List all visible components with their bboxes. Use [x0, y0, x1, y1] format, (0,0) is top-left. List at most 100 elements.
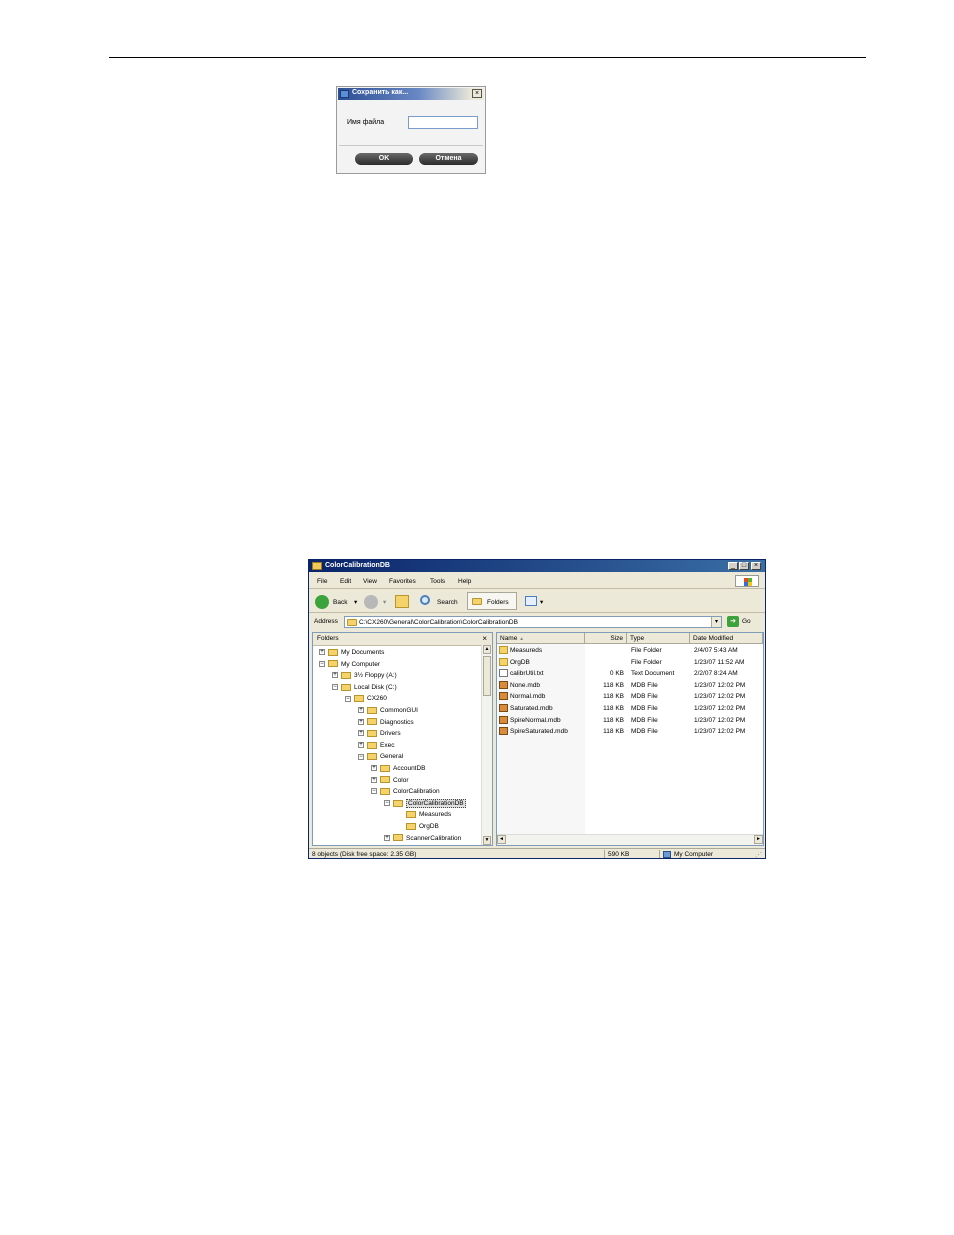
expand-icon[interactable]: + [358, 718, 364, 725]
folder-icon [367, 718, 377, 726]
dialog-titlebar[interactable]: Сохранить как... × [338, 88, 484, 100]
cancel-button[interactable]: Отмена [419, 153, 478, 165]
column-header-date[interactable]: Date Modified [690, 633, 763, 644]
back-dropdown-icon[interactable]: ▾ [354, 598, 357, 606]
collapse-icon[interactable]: − [345, 695, 351, 702]
status-divider [659, 850, 660, 858]
tree-item[interactable]: + Exec [358, 741, 394, 751]
file-row[interactable]: Saturated.mdb 118 KB MDB File 1/23/07 12:02… [497, 703, 763, 714]
tree-item[interactable]: − General [358, 752, 403, 762]
tree-item[interactable]: +3½ Floppy (A:) [332, 671, 397, 681]
views-dropdown-icon[interactable]: ▾ [540, 598, 543, 606]
magnifier-icon[interactable] [420, 595, 430, 605]
back-button[interactable]: Back [333, 599, 347, 606]
file-row[interactable]: calibrUtil.txt 0 KB Text Document 2/2/07 8:… [497, 668, 763, 679]
menu-help[interactable]: Help [458, 578, 471, 585]
close-icon[interactable]: × [472, 89, 482, 98]
expand-icon[interactable]: + [332, 672, 338, 679]
status-location: My Computer [674, 851, 714, 858]
menu-view[interactable]: View [363, 578, 377, 585]
tree-item[interactable]: + AccountDB [371, 764, 426, 774]
forward-dropdown-icon[interactable]: ▾ [383, 598, 386, 606]
tree-item[interactable]: + Drivers [358, 729, 401, 739]
address-input[interactable]: C:\CX260\General\ColorCalibration\ColorC… [344, 616, 722, 628]
forward-arrow-icon[interactable] [364, 595, 378, 609]
minimize-button[interactable]: _ [728, 562, 738, 570]
column-header-type[interactable]: Type [627, 633, 690, 644]
folders-vertical-scrollbar[interactable]: ▲ ▼ [481, 645, 492, 845]
file-name: Normal.mdb [510, 693, 546, 701]
filename-input[interactable] [408, 116, 478, 129]
tree-item[interactable]: Measureds [397, 810, 451, 820]
file-row[interactable]: SpireNormal.mdb 118 KB MDB File 1/23/07 12:… [497, 715, 763, 726]
tree-item-label: Measureds [419, 811, 452, 819]
collapse-icon[interactable]: − [358, 753, 364, 760]
expand-icon[interactable]: + [358, 730, 364, 737]
file-type: MDB File [631, 716, 658, 724]
file-row[interactable]: Measureds File Folder 2/4/07 5:43 AM [497, 645, 763, 656]
file-date: 1/23/07 12:02 PM [694, 681, 746, 689]
close-button[interactable]: × [751, 562, 761, 570]
address-bar: Address C:\CX260\General\ColorCalibratio… [309, 615, 765, 629]
go-arrow-icon[interactable]: ➔ [727, 616, 739, 627]
expand-icon[interactable]: + [371, 776, 377, 783]
resize-grip-icon[interactable]: ⋰ [755, 850, 762, 858]
file-size: 118 KB [603, 693, 624, 701]
scroll-up-icon[interactable]: ▲ [483, 645, 491, 654]
expand-icon[interactable]: + [358, 707, 364, 714]
tree-item[interactable]: + Color [371, 776, 409, 786]
files-horizontal-scrollbar[interactable]: ◄ ► [497, 834, 763, 845]
explorer-titlebar[interactable]: ColorCalibrationDB _ □ × [309, 560, 765, 572]
menu-edit[interactable]: Edit [340, 578, 351, 585]
file-row[interactable]: OrgDB File Folder 1/23/07 11:52 AM [497, 657, 763, 668]
folders-button[interactable]: Folders [467, 592, 517, 610]
expand-icon[interactable]: + [371, 765, 377, 772]
tree-item[interactable]: OrgDB [397, 822, 439, 832]
scroll-left-icon[interactable]: ◄ [497, 835, 506, 844]
scroll-down-icon[interactable]: ▼ [483, 836, 491, 845]
collapse-icon[interactable]: − [384, 800, 390, 807]
tree-item[interactable]: − My Computer [319, 660, 380, 670]
menu-favorites[interactable]: Favorites [389, 578, 416, 585]
tree-item[interactable]: + CommonGUI [358, 706, 418, 716]
expand-icon[interactable]: + [319, 649, 325, 656]
tree-item[interactable]: − ColorCalibration [371, 787, 440, 797]
folders-icon [472, 598, 482, 605]
tree-item-label: My Documents [341, 649, 385, 656]
folder-icon [499, 657, 508, 666]
tree-item[interactable]: − Local Disk (C:) [332, 683, 397, 693]
views-icon[interactable] [525, 596, 537, 606]
back-arrow-icon[interactable] [315, 595, 329, 609]
file-row[interactable]: SpireSaturated.mdb 118 KB MDB File 1/23/07 … [497, 726, 763, 737]
folder-icon [328, 648, 338, 656]
menu-file[interactable]: File [317, 578, 327, 585]
tree-item[interactable]: − CX260 [345, 694, 387, 704]
up-folder-icon[interactable] [395, 595, 409, 608]
collapse-icon[interactable]: − [332, 684, 338, 691]
maximize-button[interactable]: □ [739, 562, 749, 570]
tree-item[interactable]: − ColorCalibrationDB [384, 798, 466, 809]
column-header-name[interactable]: Name ▲ [497, 633, 585, 644]
menu-tools[interactable]: Tools [430, 578, 445, 585]
tree-item[interactable]: + ScannerCalibration [384, 834, 461, 844]
search-button[interactable]: Search [437, 599, 458, 606]
ok-button[interactable]: OK [355, 153, 413, 165]
tree-item-label: Drivers [380, 730, 401, 738]
column-header-size[interactable]: Size [585, 633, 627, 644]
file-row[interactable]: None.mdb 118 KB MDB File 1/23/07 12:02 PM [497, 680, 763, 691]
scroll-right-icon[interactable]: ► [754, 835, 763, 844]
collapse-icon[interactable]: − [319, 660, 325, 667]
tree-item[interactable]: + My Documents [319, 648, 384, 658]
address-path: C:\CX260\General\ColorCalibration\ColorC… [359, 619, 518, 626]
tree-item[interactable]: + Diagnostics [358, 718, 414, 728]
scroll-thumb[interactable] [483, 656, 491, 696]
tree-item-label: CX260 [367, 695, 387, 703]
expand-icon[interactable]: + [384, 834, 390, 841]
go-button[interactable]: Go [742, 618, 751, 625]
address-dropdown-icon[interactable]: ▾ [711, 617, 721, 627]
file-type: MDB File [631, 693, 658, 701]
collapse-icon[interactable]: − [371, 788, 377, 795]
file-row[interactable]: Normal.mdb 118 KB MDB File 1/23/07 12:02 PM [497, 691, 763, 702]
close-icon[interactable]: × [482, 634, 487, 643]
expand-icon[interactable]: + [358, 742, 364, 749]
